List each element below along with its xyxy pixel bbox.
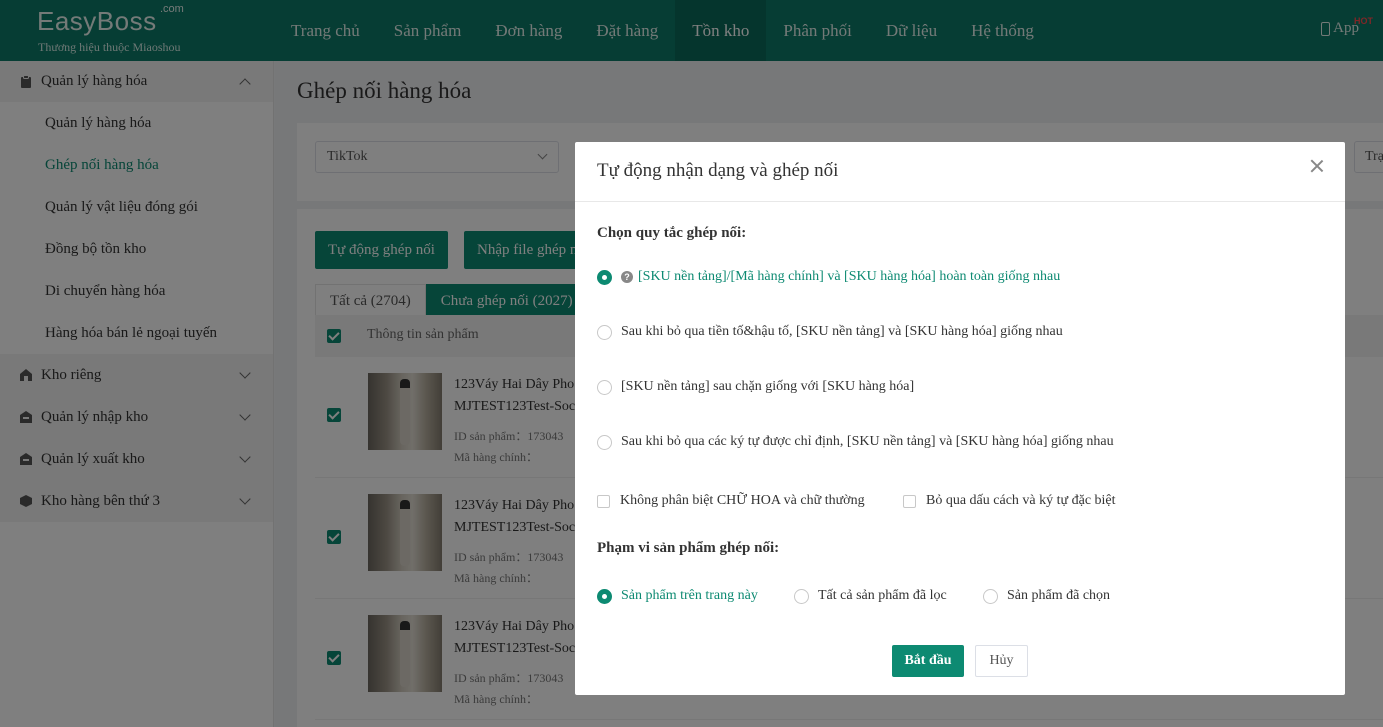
- rule-option-label: [SKU nền tảng] sau chặn giống với [SKU h…: [621, 379, 915, 394]
- cancel-button[interactable]: Hủy: [975, 645, 1028, 677]
- scope-option-this-page[interactable]: Sản phẩm trên trang này: [597, 588, 758, 604]
- rule-option-label: Sau khi bỏ qua tiền tố&hậu tố, [SKU nền …: [621, 324, 1063, 339]
- radio-button[interactable]: [597, 269, 612, 285]
- scope-section-label: Phạm vi sản phẩm ghép nối:: [597, 540, 780, 556]
- radio-button[interactable]: [597, 588, 612, 604]
- start-button[interactable]: Bắt đầu: [892, 645, 964, 677]
- checkbox[interactable]: [597, 494, 610, 508]
- rule-option-skip-chars[interactable]: Sau khi bỏ qua các ký tự được chỉ định, …: [597, 434, 1114, 450]
- option-label: Không phân biệt CHỮ HOA và chữ thường: [620, 493, 865, 508]
- rule-option-exact-match[interactable]: ? [SKU nền tảng]/[Mã hàng chính] và [SKU…: [597, 269, 1060, 285]
- checkbox[interactable]: [903, 494, 916, 508]
- close-icon[interactable]: [1309, 158, 1325, 174]
- dialog-header: Tự động nhận dạng và ghép nối: [575, 142, 1345, 202]
- rule-section-label: Chọn quy tắc ghép nối:: [597, 225, 747, 241]
- scope-option-selected[interactable]: Sản phẩm đã chọn: [983, 588, 1110, 604]
- rule-option-truncated[interactable]: [SKU nền tảng] sau chặn giống với [SKU h…: [597, 379, 914, 395]
- auto-match-dialog: Tự động nhận dạng và ghép nối Chọn quy t…: [575, 142, 1345, 695]
- rule-option-label: [SKU nền tảng]/[Mã hàng chính] và [SKU h…: [638, 269, 1061, 284]
- radio-button[interactable]: [794, 588, 809, 604]
- radio-button[interactable]: [597, 324, 612, 340]
- radio-button[interactable]: [983, 588, 998, 604]
- question-icon[interactable]: ?: [621, 271, 633, 283]
- option-label: Bỏ qua dấu cách và ký tự đặc biệt: [926, 493, 1116, 508]
- option-case-insensitive[interactable]: Không phân biệt CHỮ HOA và chữ thường: [597, 493, 865, 509]
- rule-option-label: Sau khi bỏ qua các ký tự được chỉ định, …: [621, 434, 1114, 449]
- rule-option-prefix-suffix[interactable]: Sau khi bỏ qua tiền tố&hậu tố, [SKU nền …: [597, 324, 1063, 340]
- scope-option-label: Sản phẩm đã chọn: [1007, 588, 1111, 603]
- radio-button[interactable]: [597, 434, 612, 450]
- scope-option-all-filtered[interactable]: Tất cả sản phẩm đã lọc: [794, 588, 947, 604]
- radio-button[interactable]: [597, 379, 612, 395]
- dialog-title: Tự động nhận dạng và ghép nối: [597, 160, 839, 181]
- scope-option-label: Sản phẩm trên trang này: [621, 588, 758, 603]
- option-ignore-spaces[interactable]: Bỏ qua dấu cách và ký tự đặc biệt: [903, 493, 1116, 509]
- scope-option-label: Tất cả sản phẩm đã lọc: [818, 588, 947, 603]
